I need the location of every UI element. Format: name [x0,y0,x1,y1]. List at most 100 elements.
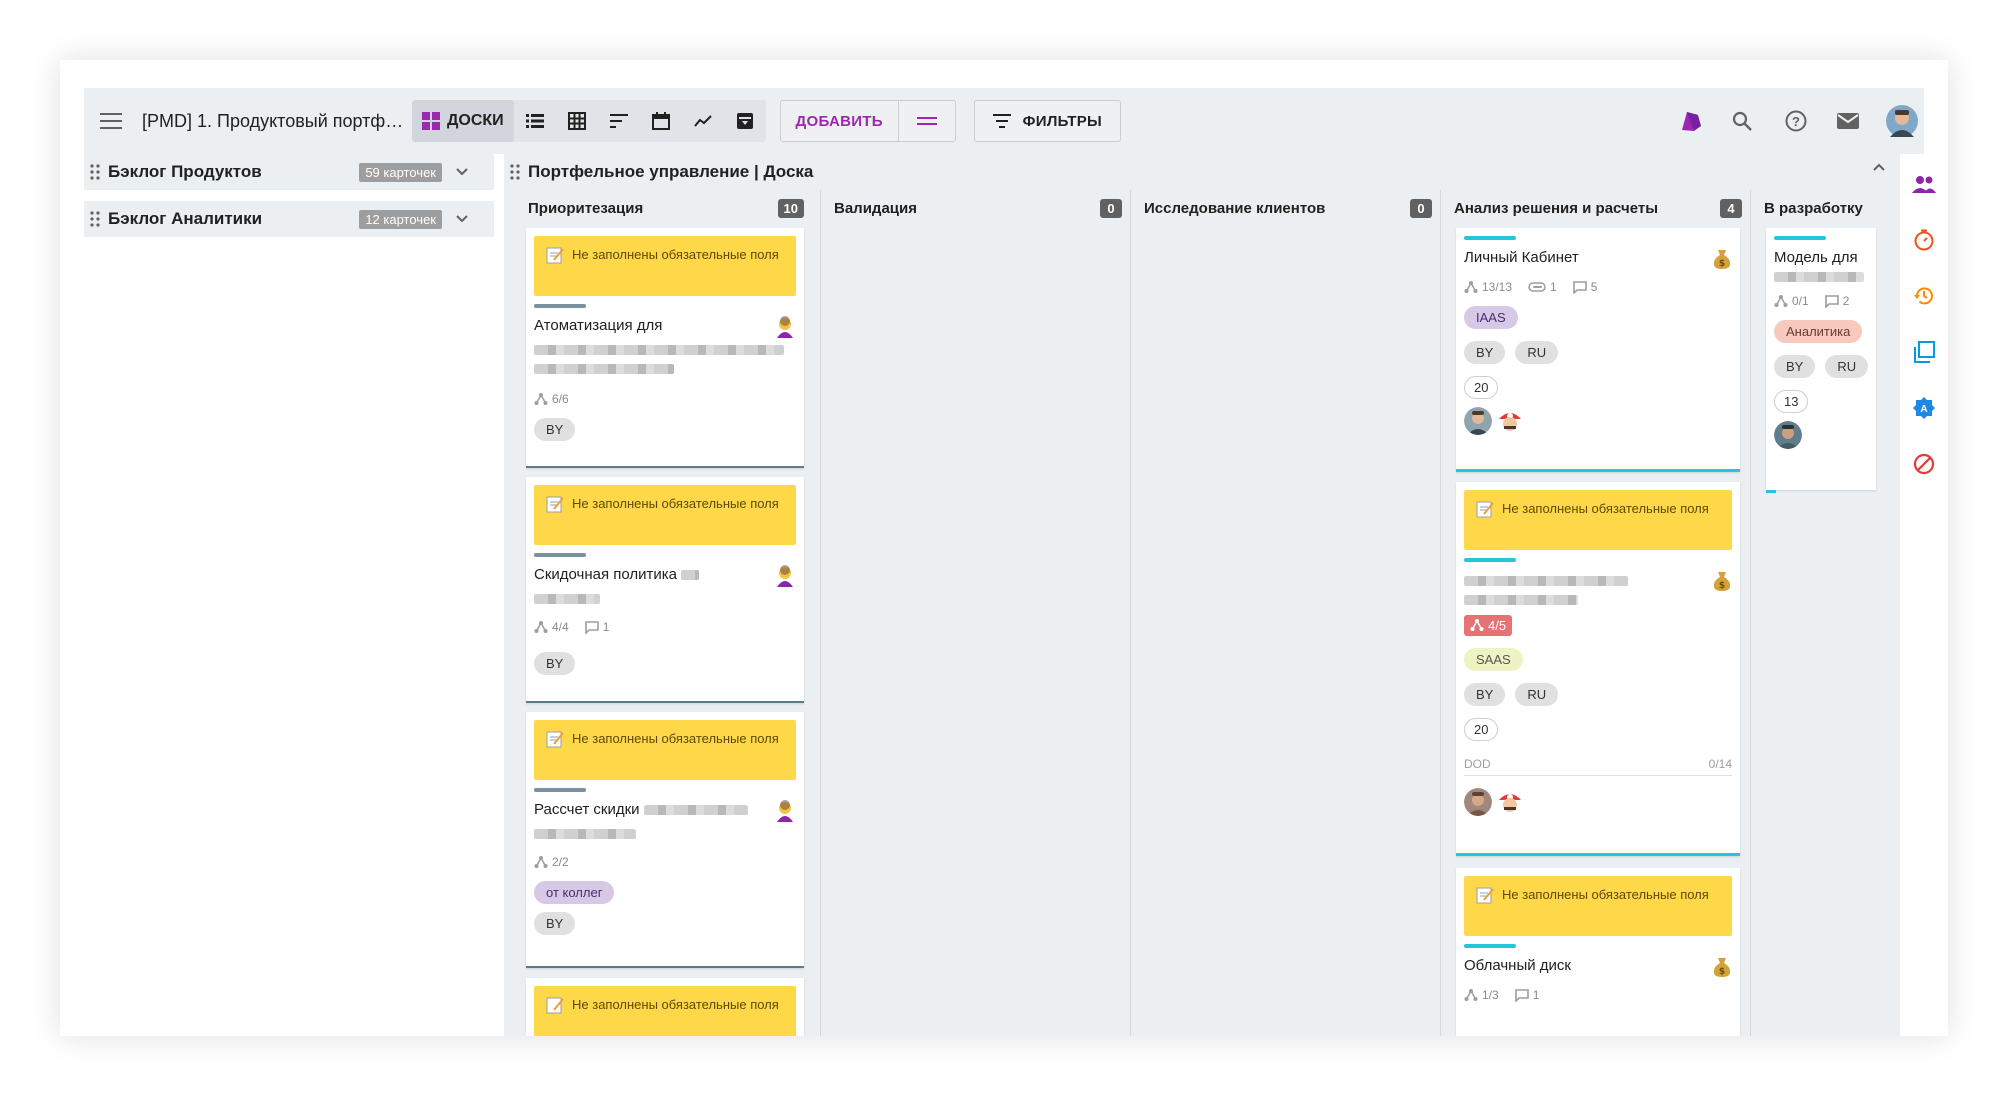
redacted-text [534,364,674,374]
required-fields-warning: Не заполнены обязательные поля [534,986,796,1036]
kanban-board: Портфельное управление | Доска Приоритез… [504,154,1900,1036]
subtasks-icon [1774,295,1788,307]
warning-text: Не заполнены обязательные поля [572,731,779,746]
tag[interactable]: BY [534,652,576,675]
assignee-avatar[interactable] [1464,788,1492,816]
redacted-text [1464,576,1628,586]
column-count-badge: 10 [777,198,804,218]
tag[interactable]: BY [1464,683,1506,706]
search-icon[interactable] [1724,88,1760,154]
memo-icon [546,247,564,264]
chevron-down-icon[interactable] [456,168,468,176]
kanban-card[interactable]: Личный Кабинет $ 13/13 1 5 IAAS BY RU 20 [1456,228,1740,472]
tag[interactable]: BY [1464,341,1506,364]
kanban-card[interactable]: Не заполнены обязательные поля Скидочная… [526,477,804,703]
card-title: Скидочная политика [526,557,804,604]
subtasks-counter-overdue: 4/5 [1464,614,1513,636]
block-icon[interactable] [1906,446,1942,482]
drag-handle-icon[interactable] [90,211,100,227]
tag[interactable]: RU [1515,683,1559,706]
add-button[interactable]: ДОБАВИТЬ [781,101,899,141]
subtasks-icon [1470,619,1484,631]
assignee-avatar[interactable] [1774,421,1802,449]
column-count-badge: 0 [1100,198,1122,218]
money-bag-icon: $ [1713,958,1731,977]
column-title: Анализ решения и расчеты [1454,199,1659,217]
tag[interactable]: SAAS [1464,648,1523,671]
column-divider [1130,190,1131,1036]
kanban-card[interactable]: Модель для 0/1 2 Аналитика BY RU 13 [1766,228,1876,490]
chevron-up-icon[interactable] [1872,162,1886,172]
tag[interactable]: от коллег [534,881,615,904]
assignee-avatar[interactable] [1496,407,1524,435]
column-validation: Валидация 0 [830,190,1130,1036]
archive-icon[interactable] [724,100,766,142]
backlog-label: Бэклог Продуктов [108,162,262,181]
memo-icon [546,997,564,1014]
number-field[interactable]: 13 [1774,390,1809,413]
assignee-avatar[interactable] [1464,407,1492,435]
column-header[interactable]: Валидация 0 [830,190,1130,226]
view-switcher: ДОСКИ [412,100,766,142]
gantt-icon[interactable] [598,100,640,142]
history-icon[interactable] [1906,278,1942,314]
chart-icon[interactable] [682,100,724,142]
filters-button[interactable]: ФИЛЬТРЫ [973,100,1121,142]
number-field[interactable]: 20 [1464,376,1499,399]
subtasks-counter: 4/4 [534,620,569,634]
assignee-avatar[interactable] [1496,788,1524,816]
kanban-card[interactable]: Не заполнены обязательные поля Облачный … [1456,868,1740,1036]
comments-counter: 1 [584,620,609,634]
table-view-icon[interactable] [556,100,598,142]
warning-text: Не заполнены обязательные поля [1502,887,1709,902]
menu-icon[interactable] [84,113,138,129]
team-icon[interactable] [1906,166,1942,202]
dod-checklist[interactable]: DOD 0/14 [1456,745,1740,775]
column-header[interactable]: В разработку [1760,190,1900,226]
mail-icon[interactable] [1830,88,1866,154]
subtasks-counter: 0/1 [1774,294,1809,308]
column-header[interactable]: Анализ решения и расчеты 4 [1450,190,1750,226]
brand-logo-icon[interactable] [1672,88,1708,154]
card-title: Личный Кабинет $ [1456,240,1740,269]
backlog-products[interactable]: Бэклог Продуктов 59 карточек [84,154,494,190]
badge-icon[interactable]: A [1906,390,1942,426]
card-accent-bar [1766,490,1776,493]
number-field[interactable]: 20 [1464,718,1499,741]
calendar-icon[interactable] [640,100,682,142]
tag[interactable]: RU [1825,355,1869,378]
boards-view-button[interactable]: ДОСКИ [412,100,514,142]
project-title[interactable]: [PMD] 1. Продуктовый портф… [138,111,404,132]
backlog-panel: Бэклог Продуктов 59 карточек Бэклог Анал… [84,154,494,1036]
drag-handle-icon[interactable] [510,164,520,180]
copy-icon[interactable] [1906,334,1942,370]
timer-icon[interactable] [1906,222,1942,258]
comment-icon [1824,294,1839,308]
tag[interactable]: BY [534,418,576,441]
list-view-icon[interactable] [514,100,556,142]
card-title: Облачный диск $ [1456,948,1740,977]
chevron-down-icon[interactable] [456,215,468,223]
person-gesturing-icon [777,800,793,822]
kanban-card[interactable]: Не заполнены обязательные поля $ 4/5 SAA… [1456,482,1740,856]
card-meta: 6/6 [526,384,804,414]
drag-handle-icon[interactable] [90,164,100,180]
column-header[interactable]: Приоритезация 10 [524,190,812,226]
tag[interactable]: Аналитика [1774,320,1863,343]
card-tags: Аналитика [1766,316,1876,347]
add-options-button[interactable] [899,101,955,141]
tag[interactable]: RU [1515,341,1559,364]
column-header[interactable]: Исследование клиентов 0 [1140,190,1440,226]
kanban-card[interactable]: Не заполнены обязательные поля [526,978,804,1036]
help-icon[interactable]: ? [1778,88,1814,154]
boards-view-label: ДОСКИ [447,112,504,129]
tag[interactable]: BY [1774,355,1816,378]
tag[interactable]: IAAS [1464,306,1518,329]
card-tags: BY [526,414,804,445]
kanban-card[interactable]: Не заполнены обязательные поля Рассчет с… [526,712,804,968]
user-avatar[interactable] [1884,88,1920,154]
backlog-analytics[interactable]: Бэклог Аналитики 12 карточек [84,201,494,237]
tag[interactable]: BY [534,912,576,935]
kanban-card[interactable]: Не заполнены обязательные поля Атоматиза… [526,228,804,468]
column-divider [820,190,821,1036]
